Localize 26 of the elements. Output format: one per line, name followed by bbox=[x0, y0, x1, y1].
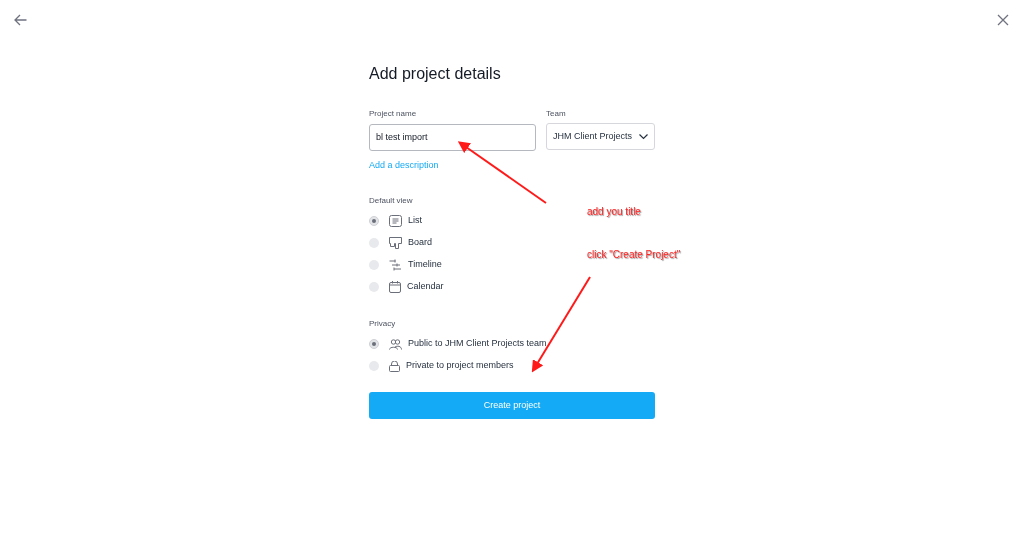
option-label: Public to JHM Client Projects team bbox=[408, 337, 547, 351]
lock-icon bbox=[389, 360, 400, 372]
team-dropdown[interactable]: JHM Client Projects bbox=[546, 123, 655, 150]
people-icon bbox=[389, 338, 402, 350]
annotation-text: click "Create Project" bbox=[587, 248, 681, 262]
radio-button[interactable] bbox=[369, 339, 379, 349]
option-label: Private to project members bbox=[406, 359, 514, 373]
option-label: List bbox=[408, 214, 422, 228]
project-name-field[interactable]: bl test import bbox=[369, 123, 536, 151]
board-icon bbox=[389, 237, 402, 249]
option-label: Timeline bbox=[408, 258, 442, 272]
option-label: Board bbox=[408, 236, 433, 250]
list-icon bbox=[389, 215, 402, 227]
annotation-text: add you title bbox=[587, 205, 641, 219]
field-label: Project name bbox=[369, 108, 418, 120]
section-label: Default view bbox=[369, 195, 414, 207]
section-label: Privacy bbox=[369, 318, 397, 330]
close-icon[interactable] bbox=[997, 14, 1009, 26]
timeline-icon bbox=[389, 259, 402, 271]
option-label: Calendar bbox=[407, 280, 444, 294]
calendar-icon bbox=[389, 281, 401, 293]
radio-button[interactable] bbox=[369, 216, 379, 226]
back-arrow-icon[interactable] bbox=[14, 14, 27, 26]
field-label: Team bbox=[546, 108, 567, 120]
chevron-down-icon bbox=[639, 133, 648, 140]
page-heading: Add project details bbox=[369, 64, 502, 84]
